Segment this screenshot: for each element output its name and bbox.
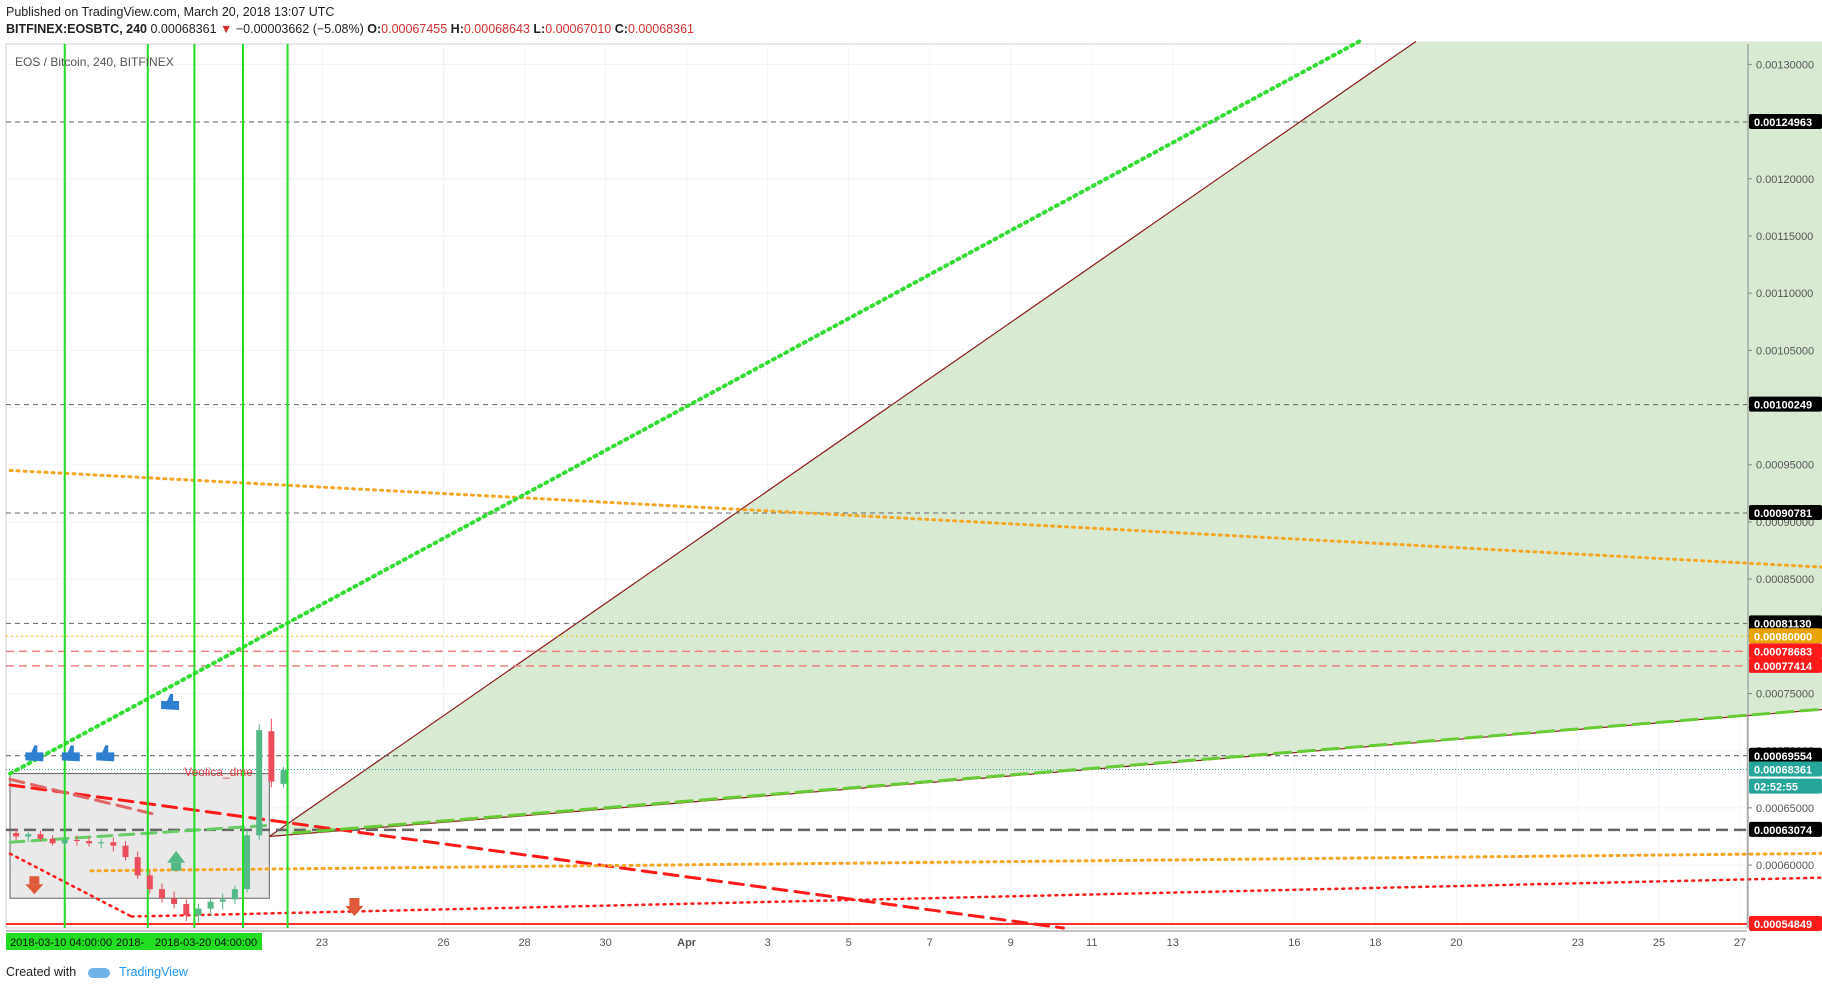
candle-body	[231, 889, 238, 900]
price-label-text: 0.00124963	[1754, 117, 1812, 129]
time-tick-label: 30	[599, 937, 611, 949]
price-tick-label: 0.00105000	[1756, 345, 1814, 357]
price-tick-label: 0.00060000	[1756, 860, 1814, 872]
price-tick-label: 0.00130000	[1756, 59, 1814, 71]
time-tick-label: 25	[1653, 937, 1665, 949]
candle-body	[207, 901, 214, 909]
candle-body	[134, 857, 141, 876]
candle-body	[280, 770, 287, 784]
candle-body	[61, 839, 68, 844]
time-tick-label: 9	[1008, 937, 1014, 949]
price-label-text: 0.00100249	[1754, 400, 1812, 412]
price-label-text: 0.00063074	[1754, 825, 1813, 837]
sell-arrow-icon-stem	[349, 897, 360, 906]
candle-body	[86, 841, 93, 844]
time-tick-label: 23	[1572, 937, 1584, 949]
candle-body	[73, 839, 80, 842]
price-chart[interactable]: EOS / Bitcoin, 240, BITFINEX Veolica_dme 0…	[0, 0, 1822, 989]
price-label-text: 0.00080000	[1754, 631, 1812, 643]
chart-annotation: Veolica_dme	[184, 765, 253, 779]
candle-body	[122, 845, 129, 858]
time-tick-label: 7	[927, 937, 933, 949]
candle-body	[98, 842, 105, 844]
candle-body	[244, 835, 251, 890]
price-tick-label: 0.00115000	[1756, 231, 1813, 243]
time-tick-label: 20	[1450, 937, 1462, 949]
candle-body	[25, 834, 32, 837]
candle-body	[183, 903, 190, 916]
price-label-text: 0.00077414	[1754, 661, 1813, 673]
time-tick-label: 3	[765, 937, 771, 949]
candle-body	[195, 908, 202, 916]
price-tick-label: 0.00120000	[1756, 174, 1814, 186]
time-highlight-label: 2018-03-10 04:00:00	[10, 937, 112, 949]
created-with-text: Created with	[6, 965, 77, 979]
time-highlight-label: 2018-03-20 04:00:00	[155, 937, 257, 949]
price-tick-label: 0.00095000	[1756, 460, 1814, 472]
candle	[244, 829, 251, 893]
tradingview-brand-link[interactable]: TradingView	[119, 965, 188, 979]
range-zone-box	[9, 773, 270, 899]
time-tick-label: 26	[437, 937, 449, 949]
time-tick-label: 23	[316, 937, 328, 949]
candle-body	[110, 842, 117, 846]
tradingview-cloud-icon	[87, 967, 110, 978]
candle-body	[146, 875, 153, 890]
buy-arrow-icon-stem	[171, 862, 182, 871]
price-tick-label: 0.00110000	[1756, 288, 1813, 300]
time-tick-label: 11	[1086, 937, 1097, 949]
time-tick-label: 13	[1167, 937, 1179, 949]
price-tick-label: 0.00085000	[1756, 574, 1814, 586]
time-tick-label: 18	[1369, 937, 1381, 949]
price-label-text: 0.00078683	[1754, 646, 1812, 658]
price-label-text: 0.00069554	[1754, 751, 1813, 763]
footer: Created with TradingView	[6, 965, 188, 979]
time-tick-label: 28	[518, 937, 530, 949]
candle-body	[171, 898, 178, 904]
price-label-text: 0.00054849	[1754, 919, 1812, 931]
candle-body	[256, 730, 263, 836]
price-label-text: 0.00068361	[1754, 764, 1812, 776]
price-tick-label: 0.00075000	[1756, 689, 1814, 701]
price-label-text: 02:52:55	[1754, 782, 1798, 794]
time-tick-label: 27	[1734, 937, 1746, 949]
price-tick-label: 0.00065000	[1756, 803, 1814, 815]
candle	[256, 724, 263, 840]
candle-body	[268, 731, 275, 782]
price-label-text: 0.00090781	[1754, 508, 1812, 520]
candle-body	[13, 833, 20, 837]
chart-title: EOS / Bitcoin, 240, BITFINEX	[15, 55, 174, 69]
time-tick-label: 16	[1288, 937, 1300, 949]
candle-body	[219, 899, 226, 902]
time-highlight-label: 2018-	[116, 937, 144, 949]
candle-body	[37, 834, 44, 839]
candle-body	[158, 889, 165, 899]
sell-arrow-icon-stem	[29, 876, 40, 885]
time-tick-label: Apr	[677, 937, 697, 949]
time-tick-label: 5	[846, 937, 852, 949]
candle-body	[49, 838, 56, 844]
